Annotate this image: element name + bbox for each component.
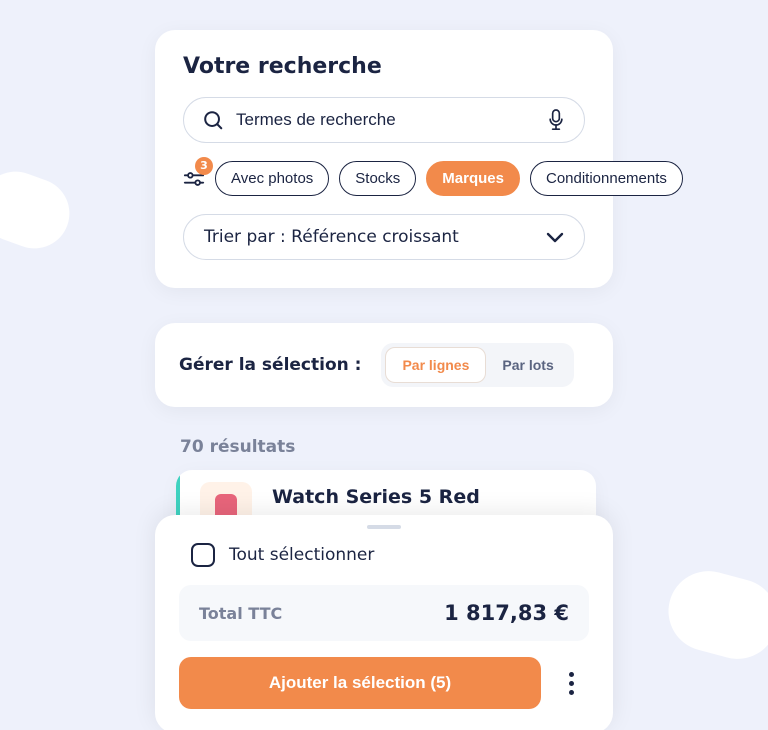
total-label: Total TTC bbox=[199, 604, 282, 623]
search-title: Votre recherche bbox=[183, 54, 585, 79]
sort-label: Trier par : Référence croissant bbox=[204, 227, 459, 247]
search-card: Votre recherche bbox=[155, 30, 613, 288]
selection-panel: Tout sélectionner Total TTC 1 817,83 € A… bbox=[155, 515, 613, 730]
filter-settings-button[interactable]: 3 bbox=[183, 165, 205, 193]
search-input[interactable] bbox=[236, 110, 534, 130]
segment-by-lots[interactable]: Par lots bbox=[486, 347, 569, 383]
segment-by-lines[interactable]: Par lignes bbox=[385, 347, 486, 383]
filter-pill-brands[interactable]: Marques bbox=[426, 161, 520, 196]
dot-icon bbox=[569, 681, 574, 686]
select-all-label: Tout sélectionner bbox=[229, 545, 374, 565]
total-value: 1 817,83 € bbox=[444, 601, 569, 625]
search-icon bbox=[202, 109, 224, 131]
drag-handle[interactable] bbox=[367, 525, 401, 529]
manage-segment: Par lignes Par lots bbox=[381, 343, 573, 387]
chevron-down-icon bbox=[546, 231, 564, 243]
dot-icon bbox=[569, 690, 574, 695]
decorative-shape-left bbox=[0, 162, 79, 259]
search-input-container bbox=[183, 97, 585, 143]
microphone-icon[interactable] bbox=[546, 108, 566, 132]
action-row: Ajouter la sélection (5) bbox=[179, 657, 589, 709]
results-count: 70 résultats bbox=[180, 437, 295, 457]
select-all-row: Tout sélectionner bbox=[191, 543, 589, 567]
filter-pill-stocks[interactable]: Stocks bbox=[339, 161, 416, 196]
more-button[interactable] bbox=[553, 672, 589, 695]
select-all-checkbox[interactable] bbox=[191, 543, 215, 567]
total-row: Total TTC 1 817,83 € bbox=[179, 585, 589, 641]
filter-pill-packaging[interactable]: Conditionnements bbox=[530, 161, 683, 196]
manage-selection-card: Gérer la sélection : Par lignes Par lots bbox=[155, 323, 613, 407]
filter-count-badge: 3 bbox=[195, 157, 213, 175]
manage-selection-label: Gérer la sélection : bbox=[179, 355, 361, 375]
product-title: Watch Series 5 Red bbox=[272, 486, 480, 508]
add-selection-button[interactable]: Ajouter la sélection (5) bbox=[179, 657, 541, 709]
filter-pill-photos[interactable]: Avec photos bbox=[215, 161, 329, 196]
dot-icon bbox=[569, 672, 574, 677]
sort-dropdown[interactable]: Trier par : Référence croissant bbox=[183, 214, 585, 260]
filter-row: 3 Avec photos Stocks Marques Conditionne… bbox=[183, 161, 585, 196]
decorative-shape-right bbox=[660, 562, 768, 668]
